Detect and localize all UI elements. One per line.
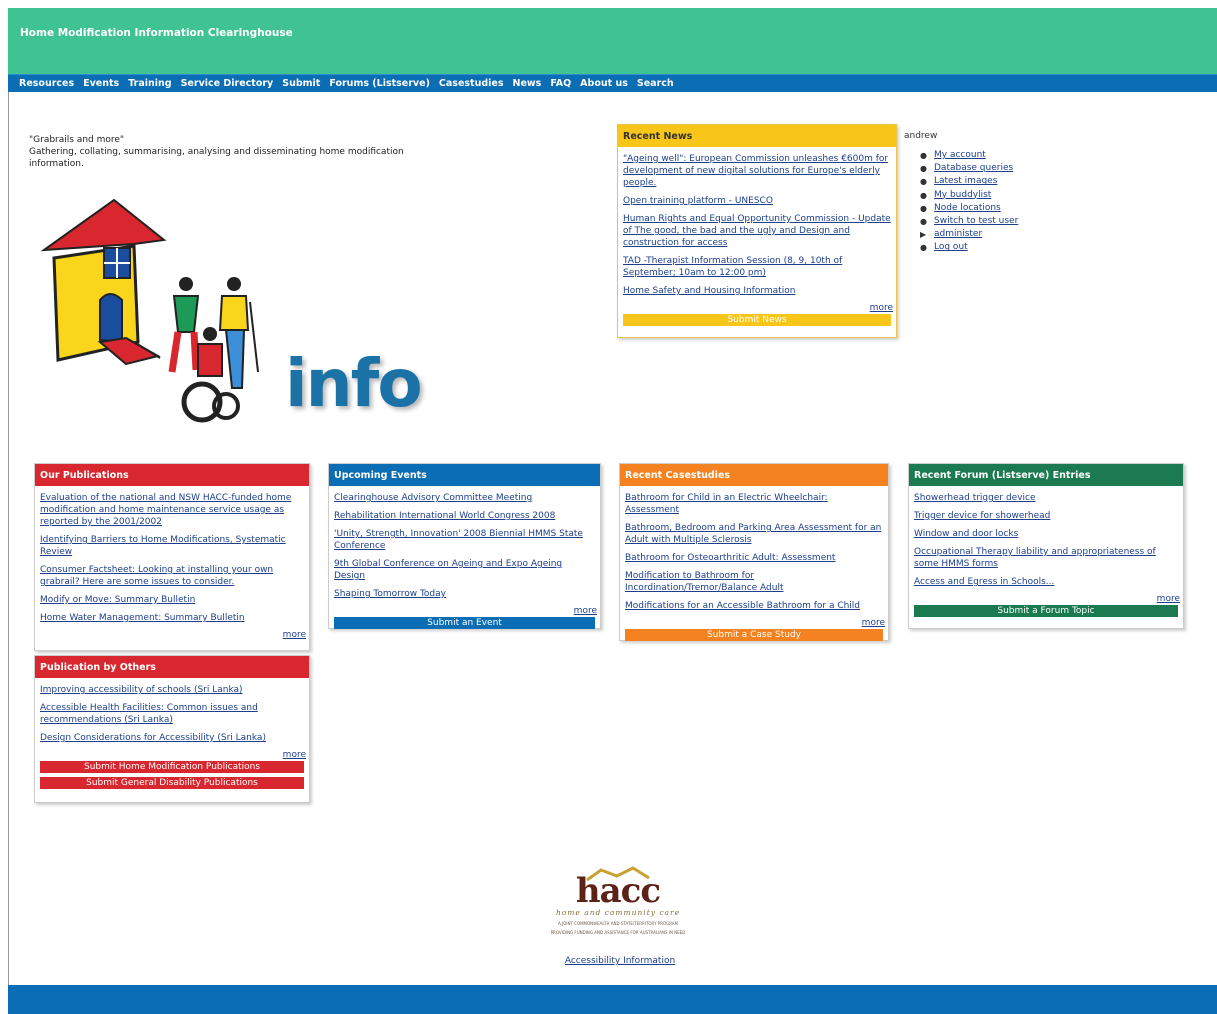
- recent-news-panel: Recent News "Ageing well": European Comm…: [617, 124, 897, 338]
- user-menu-item-database-queries: ● Database queries: [920, 162, 1074, 175]
- submit-home-modification-publications-button[interactable]: Submit Home Modification Publications: [40, 761, 304, 773]
- submit-event-button[interactable]: Submit an Event: [334, 617, 595, 629]
- publication-item[interactable]: Identifying Barriers to Home Modificatio…: [40, 534, 304, 558]
- bullet-icon: ●: [920, 164, 927, 174]
- news-item[interactable]: "Ageing well": European Commission unlea…: [623, 153, 891, 189]
- tagline-description: Gathering, collating, summarising, analy…: [29, 147, 404, 169]
- user-menu-item-latest-images: ● Latest images: [920, 175, 1074, 188]
- username: andrew: [904, 131, 938, 141]
- submit-news-button[interactable]: Submit News: [623, 314, 891, 326]
- page-footer: [8, 985, 1217, 1014]
- forum-item[interactable]: Occupational Therapy liability and appro…: [914, 546, 1178, 570]
- user-menu: andrew ● My account ● Database queries ● La…: [904, 131, 1074, 255]
- bullet-icon: ●: [920, 243, 927, 253]
- user-menu-item-node-locations: ● Node locations: [920, 202, 1074, 215]
- our-publications-panel: Our Publications Evaluation of the natio…: [34, 463, 310, 651]
- nav-news[interactable]: News: [513, 78, 542, 89]
- house-people-logo-icon: [40, 198, 259, 423]
- nav-casestudies[interactable]: Casestudies: [439, 78, 504, 89]
- nav-about-us[interactable]: About us: [580, 78, 628, 89]
- recent-casestudies-panel: Recent Casestudies Bathroom for Child in…: [619, 463, 889, 641]
- news-item[interactable]: Open training platform - UNESCO: [623, 195, 891, 207]
- publication-item[interactable]: Home Water Management: Summary Bulletin: [40, 612, 304, 624]
- info-logo-text: info: [285, 345, 423, 422]
- hacc-fine-print: PROVIDING FUNDING AND ASSISTANCE FOR AUS…: [550, 930, 686, 935]
- forum-item[interactable]: Showerhead trigger device: [914, 492, 1178, 504]
- casestudies-more-link[interactable]: more: [620, 618, 885, 628]
- hacc-subtitle: home and community care: [555, 908, 681, 917]
- news-item[interactable]: Home Safety and Housing Information: [623, 285, 891, 297]
- tagline-quote: "Grabrails and more": [29, 135, 125, 145]
- nav-forums[interactable]: Forums (Listserve): [329, 78, 430, 89]
- nav-submit[interactable]: Submit: [282, 78, 320, 89]
- news-more-link[interactable]: more: [618, 303, 893, 313]
- recent-forum-title: Recent Forum (Listserve) Entries: [909, 464, 1183, 486]
- site-tagline: "Grabrails and more" Gathering, collatin…: [29, 134, 409, 170]
- publication-by-others-panel: Publication by Others Improving accessib…: [34, 655, 310, 803]
- publication-by-others-title: Publication by Others: [35, 656, 309, 678]
- news-item[interactable]: TAD -Therapist Information Session (8, 9…: [623, 255, 891, 279]
- event-item[interactable]: 'Unity, Strength, Innovation' 2008 Bienn…: [334, 528, 595, 552]
- bullet-icon: ●: [920, 190, 927, 200]
- nav-resources[interactable]: Resources: [19, 78, 74, 89]
- hacc-logo: hacc home and community care A JOINT COM…: [548, 860, 688, 950]
- accessibility-information-link[interactable]: Accessibility Information: [560, 956, 680, 966]
- user-menu-item-my-buddylist: ● My buddylist: [920, 189, 1074, 202]
- nav-search[interactable]: Search: [637, 78, 674, 89]
- bullet-icon: ●: [920, 177, 927, 187]
- user-menu-item-switch-user: ● Switch to test user: [920, 215, 1074, 228]
- user-menu-item-log-out: ● Log out: [920, 241, 1074, 254]
- upcoming-events-title: Upcoming Events: [329, 464, 600, 486]
- submit-forum-topic-button[interactable]: Submit a Forum Topic: [914, 605, 1178, 617]
- casestudy-item[interactable]: Bathroom for Child in an Electric Wheelc…: [625, 492, 883, 516]
- publications-more-link[interactable]: more: [35, 630, 306, 640]
- nav-training[interactable]: Training: [128, 78, 171, 89]
- site-title[interactable]: Home Modification Information Clearingho…: [20, 27, 293, 39]
- recent-news-title: Recent News: [618, 125, 896, 147]
- publication-item[interactable]: Design Considerations for Accessibility …: [40, 732, 304, 744]
- user-menu-item-administer: ▶ administer: [920, 228, 1074, 241]
- others-more-link[interactable]: more: [35, 750, 306, 760]
- recent-casestudies-title: Recent Casestudies: [620, 464, 888, 486]
- publication-item[interactable]: Improving accessibility of schools (Sri …: [40, 684, 304, 696]
- nav-faq[interactable]: FAQ: [550, 78, 571, 89]
- roof-icon: [586, 866, 650, 882]
- our-publications-title: Our Publications: [35, 464, 309, 486]
- publication-item[interactable]: Evaluation of the national and NSW HACC-…: [40, 492, 304, 528]
- publication-item[interactable]: Modify or Move: Summary Bulletin: [40, 594, 304, 606]
- event-item[interactable]: Shaping Tomorrow Today: [334, 588, 595, 600]
- casestudy-item[interactable]: Modifications for an Accessible Bathroom…: [625, 600, 883, 612]
- forum-item[interactable]: Access and Egress in Schools...: [914, 576, 1178, 588]
- site-header: Home Modification Information Clearingho…: [8, 8, 1217, 74]
- main-nav: Resources Events Training Service Direct…: [8, 74, 1217, 92]
- event-item[interactable]: Rehabilitation International World Congr…: [334, 510, 595, 522]
- casestudy-item[interactable]: Bathroom for Osteoarthritic Adult: Asses…: [625, 552, 883, 564]
- user-menu-item-my-account: ● My account: [920, 149, 1074, 162]
- bullet-icon: ●: [920, 203, 927, 213]
- casestudy-item[interactable]: Bathroom, Bedroom and Parking Area Asses…: [625, 522, 883, 546]
- upcoming-events-panel: Upcoming Events Clearinghouse Advisory C…: [328, 463, 601, 629]
- nav-events[interactable]: Events: [83, 78, 119, 89]
- nav-service-directory[interactable]: Service Directory: [181, 78, 274, 89]
- event-item[interactable]: Clearinghouse Advisory Committee Meeting: [334, 492, 595, 504]
- expand-arrow-icon[interactable]: ▶: [920, 228, 926, 241]
- recent-forum-panel: Recent Forum (Listserve) Entries Showerh…: [908, 463, 1184, 629]
- casestudy-item[interactable]: Modification to Bathroom for Incordinati…: [625, 570, 883, 594]
- forum-more-link[interactable]: more: [909, 594, 1180, 604]
- bullet-icon: ●: [920, 151, 927, 160]
- bullet-icon: ●: [920, 217, 927, 227]
- event-item[interactable]: 9th Global Conference on Ageing and Expo…: [334, 558, 595, 582]
- submit-case-study-button[interactable]: Submit a Case Study: [625, 629, 883, 641]
- submit-general-disability-publications-button[interactable]: Submit General Disability Publications: [40, 777, 304, 789]
- forum-item[interactable]: Window and door locks: [914, 528, 1178, 540]
- publication-item[interactable]: Accessible Health Facilities: Common iss…: [40, 702, 304, 726]
- news-item[interactable]: Human Rights and Equal Opportunity Commi…: [623, 213, 891, 249]
- events-more-link[interactable]: more: [329, 606, 597, 616]
- forum-item[interactable]: Trigger device for showerhead: [914, 510, 1178, 522]
- hacc-fine-print: A JOINT COMMONWEALTH AND STATE/TERRITORY…: [557, 921, 679, 926]
- publication-item[interactable]: Consumer Factsheet: Looking at installin…: [40, 564, 304, 588]
